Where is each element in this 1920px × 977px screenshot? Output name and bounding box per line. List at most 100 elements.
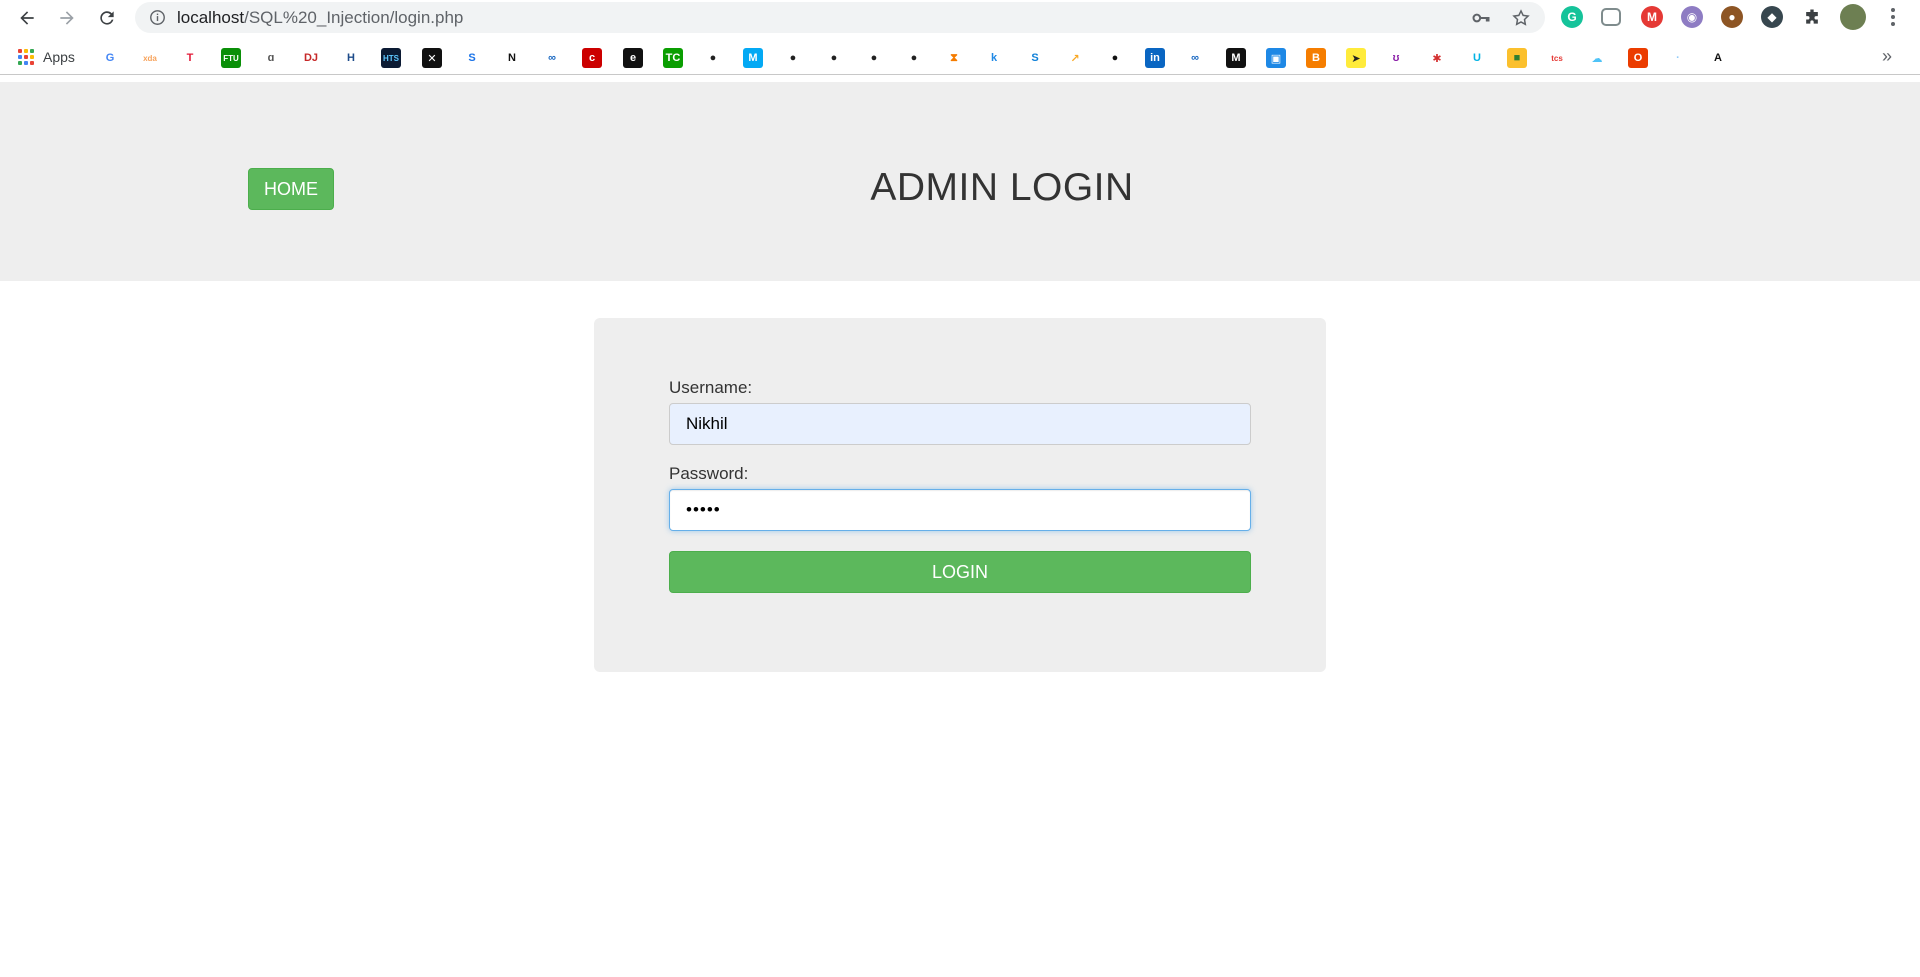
bookmark-star-icon[interactable] [1511, 8, 1531, 28]
bookmark-glyph: TC [665, 52, 681, 64]
bookmark-glyph: M [1231, 52, 1241, 64]
grammarly-extension-icon[interactable]: G [1561, 6, 1583, 28]
bookmarks-overflow-icon[interactable]: » [1882, 46, 1892, 67]
address-bar[interactable]: localhost/SQL%20_Injection/login.php [135, 2, 1545, 33]
bookmark-e-tile-icon[interactable]: e [623, 48, 643, 68]
bookmark-blank-tile-icon[interactable]: · [1668, 48, 1688, 68]
url-text[interactable]: localhost/SQL%20_Injection/login.php [177, 2, 463, 33]
bookmark-glyph: ∞ [1191, 52, 1199, 64]
bookmark-tcs-icon[interactable]: tcs [1547, 48, 1567, 68]
bookmark-glyph: ✕ [427, 52, 437, 65]
forward-icon[interactable] [54, 5, 80, 31]
bookmark-glyph: ⧗ [950, 51, 958, 64]
extensions-puzzle-icon[interactable] [1802, 7, 1822, 27]
bookmark-red-tile-icon[interactable]: ✱ [1427, 48, 1447, 68]
bookmark-glyph: O [1633, 52, 1643, 64]
bookmark-globe-5-icon[interactable]: ● [904, 48, 924, 68]
bookmark-m-tile-icon[interactable]: M [743, 48, 763, 68]
bookmark-linkedin-icon[interactable]: in [1145, 48, 1165, 68]
bookmark-send-tile-icon[interactable]: ➤ [1346, 48, 1366, 68]
bookmark-glyph: S [1031, 52, 1039, 64]
bookmark-glyph: H [347, 52, 355, 64]
bookmark-infinity-2-icon[interactable]: ∞ [1185, 48, 1205, 68]
bookmark-glyph: c [588, 52, 596, 64]
bookmark-glyph: T [186, 52, 194, 64]
apps-shortcut[interactable]: Apps [18, 45, 75, 69]
bookmark-xda-icon[interactable]: xda [140, 48, 160, 68]
bookmark-blogger-icon[interactable]: B [1306, 48, 1326, 68]
bookmark-glyph: ▣ [1270, 52, 1282, 65]
login-form: Username: Password: LOGIN [594, 318, 1326, 672]
bookmark-c-tile-icon[interactable]: c [582, 48, 602, 68]
bookmark-dj-icon[interactable]: DJ [301, 48, 321, 68]
owl-extension-icon[interactable]: ◉ [1681, 6, 1703, 28]
bookmark-purple-tile-icon[interactable]: ʊ [1386, 48, 1406, 68]
bookmark-medium-icon[interactable]: M [1226, 48, 1246, 68]
bookmark-glyph: tcs [1551, 53, 1563, 63]
bookmark-glyph: in [1150, 52, 1160, 64]
bookmark-glyph: HTS [383, 53, 399, 63]
pocket-extension-icon[interactable] [1601, 8, 1621, 26]
bookmark-h-tile-icon[interactable]: H [341, 48, 361, 68]
bookmark-glyph: A [1714, 52, 1722, 64]
bookmark-cloud-tile-icon[interactable]: ☁ [1587, 48, 1607, 68]
bookmark-yellow-tile-icon[interactable]: ■ [1507, 48, 1527, 68]
page-title: ADMIN LOGIN [870, 166, 1134, 209]
bookmark-glyph: ● [830, 52, 838, 64]
password-input[interactable] [669, 489, 1251, 531]
bookmark-arrow-tile-icon[interactable]: ↗ [1065, 48, 1085, 68]
bookmark-k-tile-icon[interactable]: k [984, 48, 1004, 68]
bookmark-glyph: e [629, 52, 637, 64]
bookmark-glyph: ✱ [1432, 52, 1442, 65]
bookmark-globe-2-icon[interactable]: ● [783, 48, 803, 68]
bookmark-glyph: ➤ [1351, 52, 1361, 65]
url-host: localhost [177, 8, 245, 27]
mega-extension-icon[interactable]: M [1641, 6, 1663, 28]
key-icon[interactable] [1471, 8, 1491, 28]
bookmark-globe-3-icon[interactable]: ● [824, 48, 844, 68]
bookmarks-bar: Apps Gxda T FTU ɑ DJ H HTS ✕ S N ∞ c e TC ● M ● ● ● ● ⧗ k S ↗ ● i… [0, 40, 1920, 75]
bookmark-globe-1-icon[interactable]: ● [703, 48, 723, 68]
reload-icon[interactable] [94, 5, 120, 31]
browser-menu-icon[interactable] [1883, 6, 1903, 28]
bookmark-glyph: B [1312, 52, 1320, 64]
bookmark-glyph: U [1473, 52, 1481, 64]
bookmark-hourglass-icon[interactable]: ⧗ [944, 48, 964, 68]
vpn-extension-icon[interactable]: ◆ [1761, 6, 1783, 28]
bookmark-s-blue-icon[interactable]: S [1025, 48, 1045, 68]
site-info-icon[interactable] [149, 9, 166, 26]
bookmark-hts-icon[interactable]: HTS [381, 48, 401, 68]
bookmark-google-icon[interactable]: G [100, 48, 120, 68]
bookmark-udacity-icon[interactable]: U [1467, 48, 1487, 68]
bookmark-s-tile-icon[interactable]: S [462, 48, 482, 68]
bookmark-ftu-icon[interactable]: FTU [221, 48, 241, 68]
apps-label: Apps [43, 49, 75, 65]
bookmark-glyph: · [1676, 52, 1680, 64]
bookmark-office-icon[interactable]: O [1628, 48, 1648, 68]
bookmark-infinity-1-icon[interactable]: ∞ [542, 48, 562, 68]
bookmark-globe-4-icon[interactable]: ● [864, 48, 884, 68]
bookmark-glyph: ● [1111, 52, 1119, 64]
bookmark-github-icon[interactable]: ● [1105, 48, 1125, 68]
bookmark-glyph: ɑ [267, 52, 275, 64]
bookmark-glyph: ʊ [1392, 52, 1400, 64]
bookmark-glyph: G [105, 52, 115, 64]
bookmark-tesla-icon[interactable]: T [180, 48, 200, 68]
bookmark-n-tile-icon[interactable]: N [502, 48, 522, 68]
bookmark-glyph: ● [910, 52, 918, 64]
bookmark-id-tile-icon[interactable]: ▣ [1266, 48, 1286, 68]
page-header: HOME ADMIN LOGIN [0, 82, 1920, 281]
bookmark-a-tile-icon[interactable]: A [1708, 48, 1728, 68]
bookmark-glyph: ● [870, 52, 878, 64]
bookmark-techcrunch-icon[interactable]: TC [663, 48, 683, 68]
bookmark-grammarly-go-icon[interactable]: ɑ [261, 48, 281, 68]
bookmark-x-tile-icon[interactable]: ✕ [422, 48, 442, 68]
username-input[interactable] [669, 403, 1251, 445]
bookmark-glyph: N [508, 52, 516, 64]
cookie-extension-icon[interactable]: ● [1721, 6, 1743, 28]
back-icon[interactable] [14, 5, 40, 31]
bookmark-glyph: S [468, 52, 476, 64]
profile-avatar[interactable] [1840, 4, 1866, 30]
bookmark-glyph: FTU [223, 53, 239, 63]
login-button[interactable]: LOGIN [669, 551, 1251, 593]
